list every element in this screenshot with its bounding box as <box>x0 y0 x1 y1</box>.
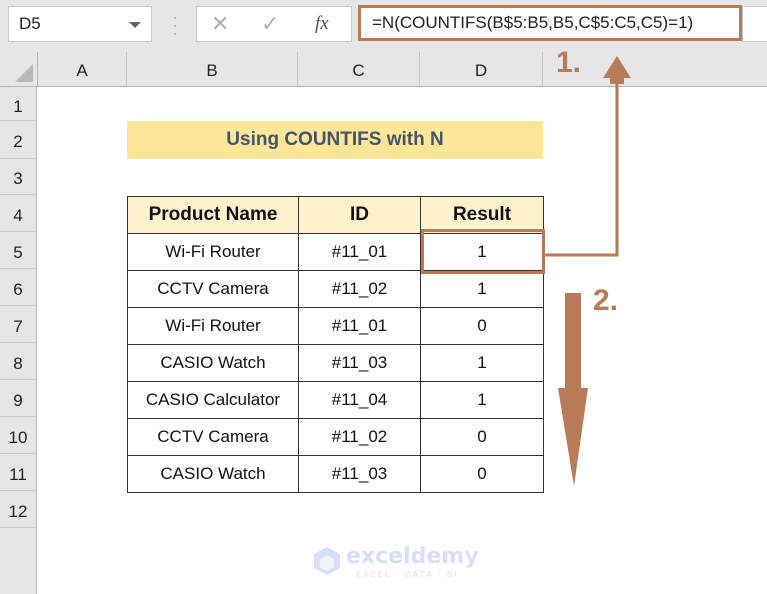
exceldemy-watermark: exceldemy EXCEL · DATA · BI <box>312 544 479 581</box>
watermark-name: exceldemy <box>346 544 479 569</box>
step-2-label: 2. <box>593 284 619 317</box>
arrow-up-icon <box>603 56 631 84</box>
exceldemy-logo-icon <box>314 547 340 575</box>
connector-line <box>545 80 619 257</box>
step-1-label: 1. <box>556 46 582 79</box>
arrow-down-shaft <box>565 293 581 401</box>
annotation-arrows <box>545 56 631 486</box>
arrow-down-icon <box>558 388 588 486</box>
watermark-tagline: EXCEL · DATA · BI <box>356 570 459 579</box>
